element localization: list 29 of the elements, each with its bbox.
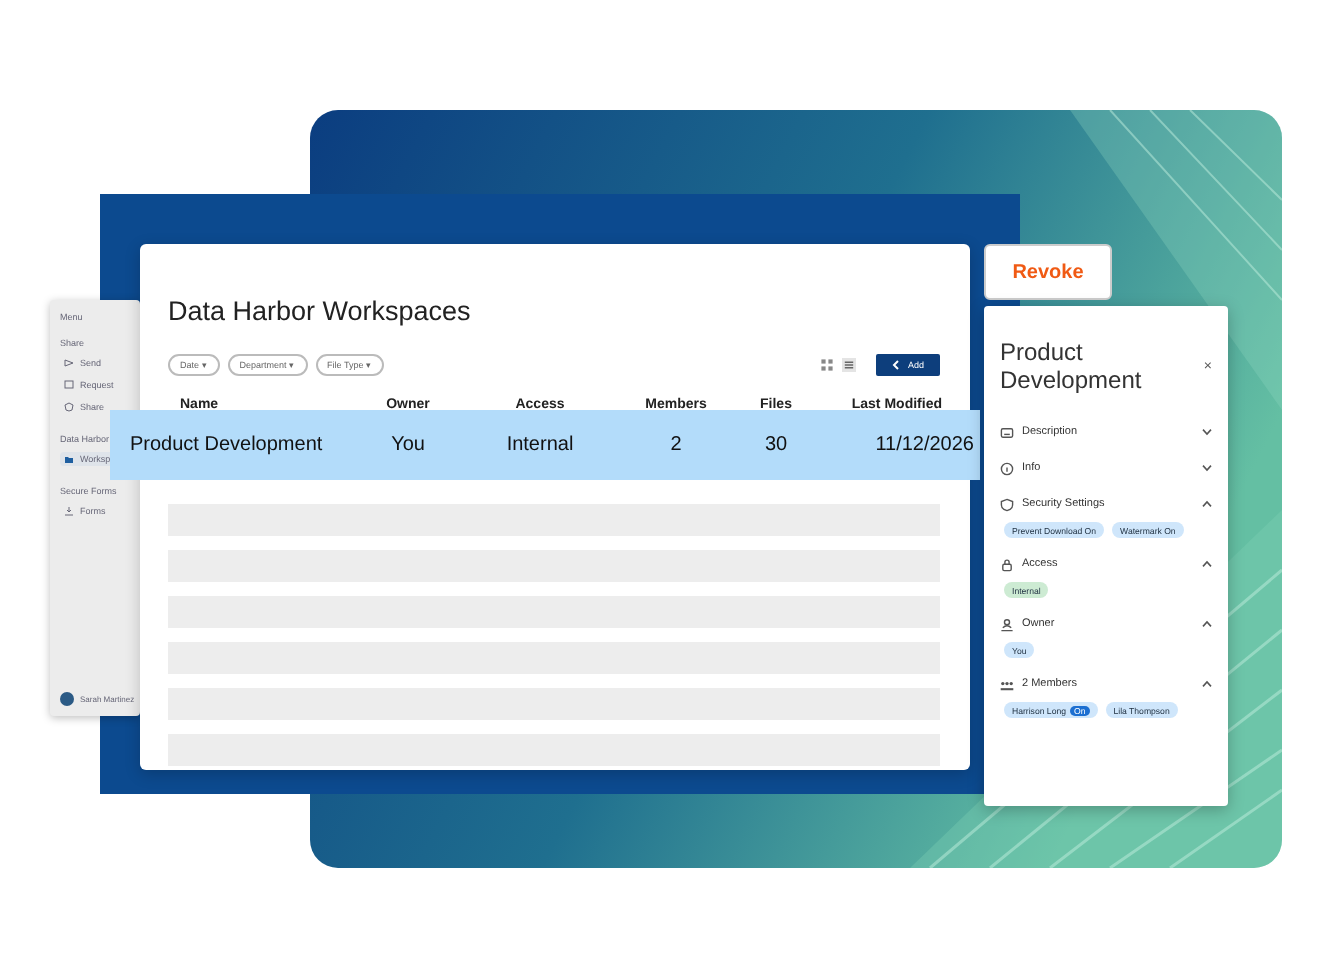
card-icon — [1000, 425, 1014, 439]
revoke-button[interactable]: Revoke — [984, 244, 1112, 300]
table-cell-text: 11/12/2026 — [873, 434, 976, 456]
chevron-up-icon[interactable] — [1202, 680, 1212, 688]
table-cell-text: Product Development — [128, 434, 325, 456]
chevron-up-icon[interactable] — [1202, 500, 1212, 508]
lock-icon — [1000, 557, 1014, 571]
chevron-down-icon[interactable] — [1202, 428, 1212, 436]
chevron-left-icon — [891, 360, 900, 370]
avatar-icon — [60, 692, 74, 706]
table-cell-text: 2 — [668, 434, 684, 456]
info-icon — [1000, 461, 1014, 475]
person-icon — [1000, 617, 1014, 631]
panel-title: Product Development — [1000, 340, 1144, 394]
upload-icon — [64, 506, 74, 516]
folder-icon — [64, 454, 74, 464]
chevron-down-icon[interactable] — [1202, 464, 1212, 472]
chevron-up-icon[interactable] — [1202, 560, 1212, 568]
people-icon — [1000, 677, 1014, 691]
grid-view-icon[interactable] — [819, 358, 834, 372]
send-icon — [64, 358, 74, 368]
table-row[interactable]: Product Development You Internal 2 30 11/12/2026 — [110, 410, 980, 480]
page-title: Data Harbor Workspaces — [168, 296, 473, 326]
table-cell-text: Internal — [504, 434, 576, 456]
chevron-up-icon[interactable] — [1202, 620, 1212, 628]
table-cell-text: 30 — [762, 434, 790, 456]
list-view-icon[interactable] — [841, 358, 856, 372]
table-cell-text: You — [389, 434, 427, 456]
inbox-icon — [64, 380, 74, 390]
